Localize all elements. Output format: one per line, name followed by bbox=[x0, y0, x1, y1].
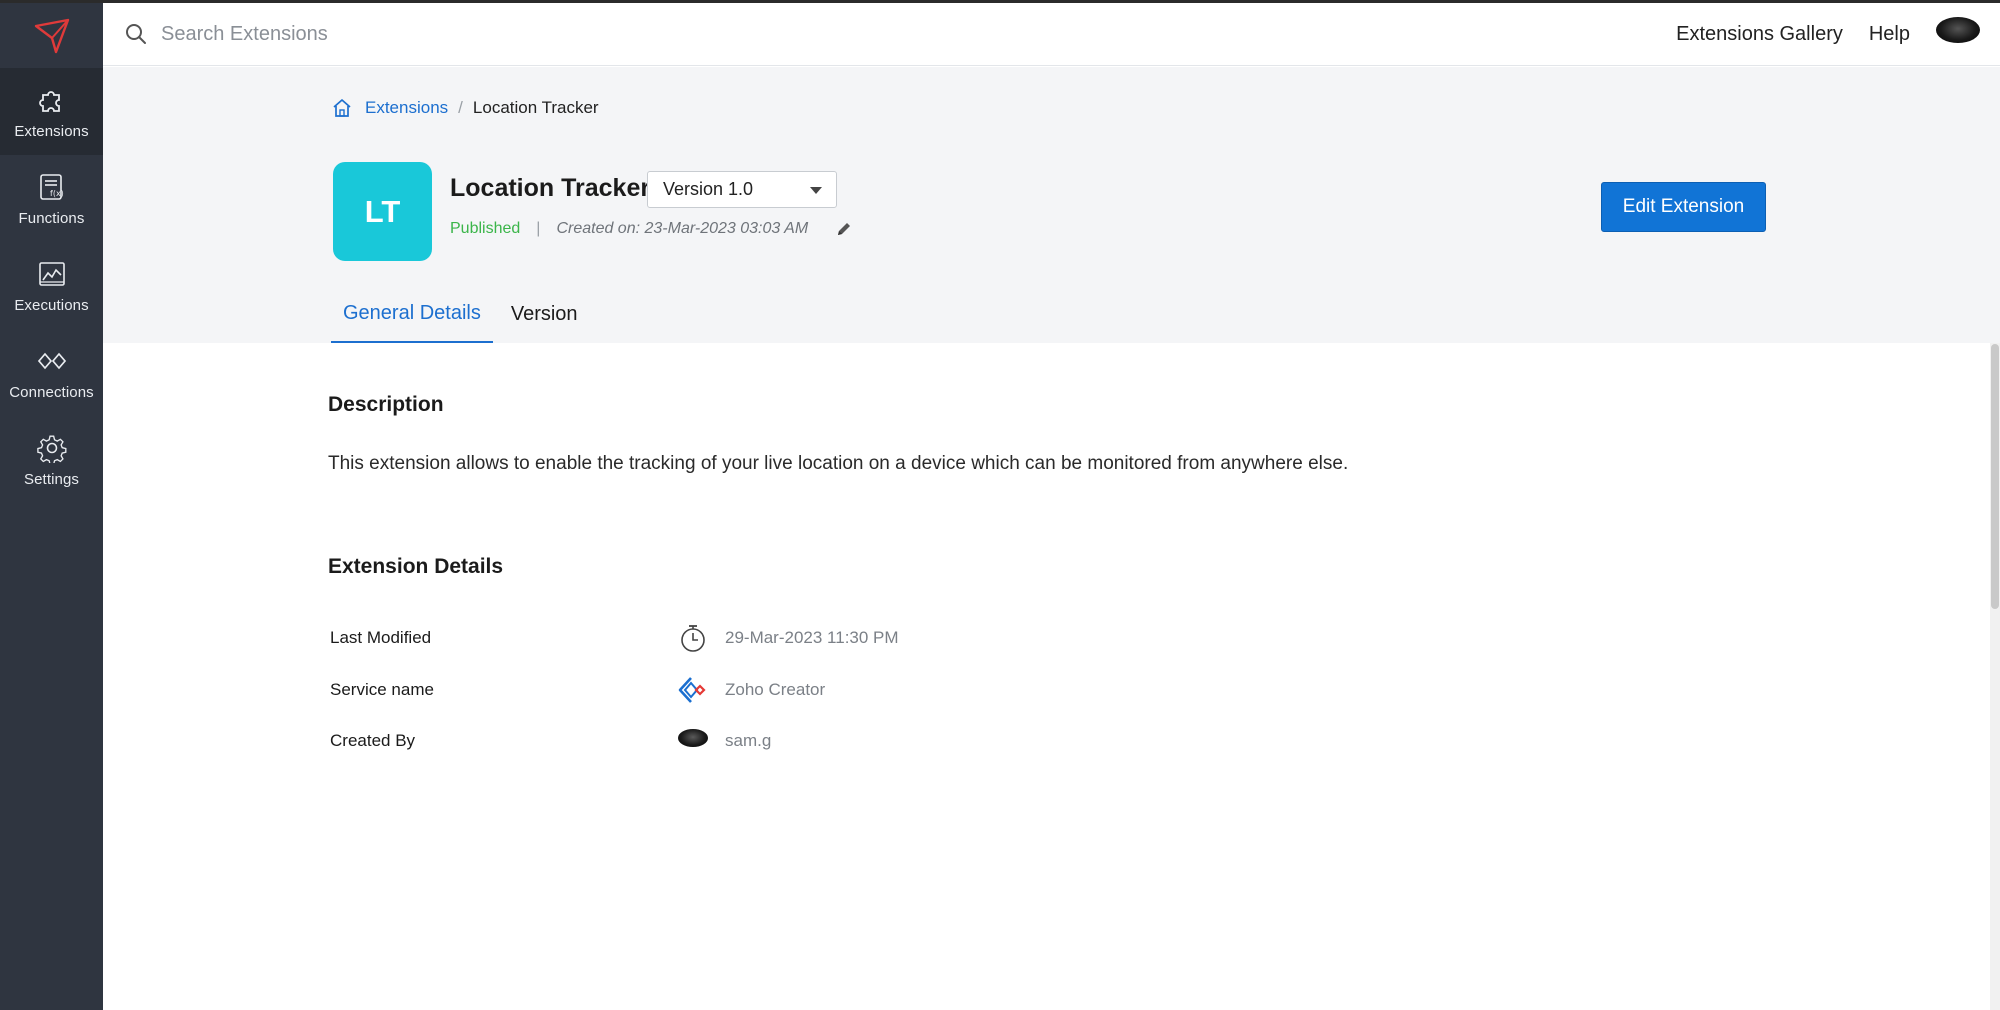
version-select-value: Version 1.0 bbox=[663, 179, 754, 199]
detail-row-service-name: Service name Zoho Creator bbox=[330, 675, 1130, 705]
meta-separator: | bbox=[536, 220, 541, 237]
extension-meta: Published | Created on: 23-Mar-2023 03:0… bbox=[450, 219, 854, 239]
version-select[interactable]: Version 1.0 bbox=[647, 171, 837, 208]
detail-row-created-by: Created By sam.g bbox=[330, 726, 1130, 756]
created-on-text: Created on: 23-Mar-2023 03:03 AM bbox=[556, 220, 809, 237]
connections-icon bbox=[35, 344, 69, 378]
app-logo[interactable] bbox=[0, 3, 103, 68]
breadcrumb-current: Location Tracker bbox=[472, 98, 599, 117]
description-heading: Description bbox=[328, 393, 444, 416]
extension-logo: LT bbox=[333, 162, 432, 261]
pencil-icon[interactable] bbox=[834, 219, 854, 239]
created-by-value: sam.g bbox=[725, 731, 772, 750]
sidebar-item-label: Connections bbox=[9, 384, 94, 401]
creator-arrow-logo-icon bbox=[34, 18, 69, 53]
executions-chart-icon bbox=[35, 257, 69, 291]
edit-extension-button[interactable]: Edit Extension bbox=[1601, 182, 1766, 232]
scrollbar-thumb[interactable] bbox=[1991, 344, 1999, 609]
search-icon bbox=[123, 21, 149, 47]
page-title: Location Tracker bbox=[450, 174, 651, 202]
top-bar: Extensions Gallery Help bbox=[103, 3, 2000, 66]
zoho-creator-icon bbox=[677, 674, 709, 706]
detail-label: Service name bbox=[330, 680, 434, 699]
tab-version[interactable]: Version bbox=[499, 285, 590, 343]
avatar bbox=[678, 729, 708, 747]
user-avatar[interactable] bbox=[1936, 16, 1980, 43]
function-icon: f(x) bbox=[35, 170, 69, 204]
tab-bar: General Details Version bbox=[331, 285, 596, 343]
top-right-links: Extensions Gallery Help bbox=[1650, 3, 1980, 66]
main-content: Description This extension allows to ena… bbox=[103, 343, 2000, 1010]
sidebar-item-label: Functions bbox=[18, 210, 85, 227]
sidebar-item-executions[interactable]: Executions bbox=[0, 242, 103, 329]
extension-header: Extensions / Location Tracker LT Locatio… bbox=[103, 67, 2000, 343]
sidebar-item-label: Settings bbox=[24, 471, 79, 488]
sidebar-item-settings[interactable]: Settings bbox=[0, 416, 103, 503]
status-badge: Published bbox=[450, 220, 521, 237]
gear-icon bbox=[35, 431, 69, 465]
stopwatch-icon bbox=[677, 622, 709, 654]
detail-row-last-modified: Last Modified 29-Mar-2023 11:30 PM bbox=[330, 623, 1130, 653]
puzzle-icon bbox=[35, 83, 69, 117]
user-avatar bbox=[677, 725, 709, 757]
sidebar-item-connections[interactable]: Connections bbox=[0, 329, 103, 416]
service-name-value: Zoho Creator bbox=[725, 680, 826, 699]
sidebar-item-label: Executions bbox=[14, 297, 89, 314]
detail-label: Created By bbox=[330, 731, 416, 750]
extension-details-heading: Extension Details bbox=[328, 555, 504, 578]
sidebar-item-label: Extensions bbox=[14, 123, 89, 140]
svg-text:f(x): f(x) bbox=[50, 189, 64, 198]
last-modified-value: 29-Mar-2023 11:30 PM bbox=[725, 628, 899, 647]
breadcrumb-extensions-link[interactable]: Extensions bbox=[365, 98, 448, 118]
sidebar-item-extensions[interactable]: Extensions bbox=[0, 68, 103, 155]
help-link[interactable]: Help bbox=[1869, 23, 1910, 46]
home-icon[interactable] bbox=[331, 97, 353, 119]
tab-general-details[interactable]: General Details bbox=[331, 285, 493, 343]
breadcrumb: Extensions / Location Tracker bbox=[331, 97, 599, 119]
breadcrumb-separator: / bbox=[458, 98, 463, 117]
extensions-gallery-link[interactable]: Extensions Gallery bbox=[1676, 23, 1843, 46]
chevron-down-icon bbox=[810, 187, 822, 194]
sidebar: Extensions f(x) Functions Executions Con… bbox=[0, 3, 103, 1010]
detail-label: Last Modified bbox=[330, 628, 432, 647]
search-input[interactable] bbox=[161, 22, 961, 46]
sidebar-item-functions[interactable]: f(x) Functions bbox=[0, 155, 103, 242]
description-text: This extension allows to enable the trac… bbox=[328, 453, 1349, 474]
